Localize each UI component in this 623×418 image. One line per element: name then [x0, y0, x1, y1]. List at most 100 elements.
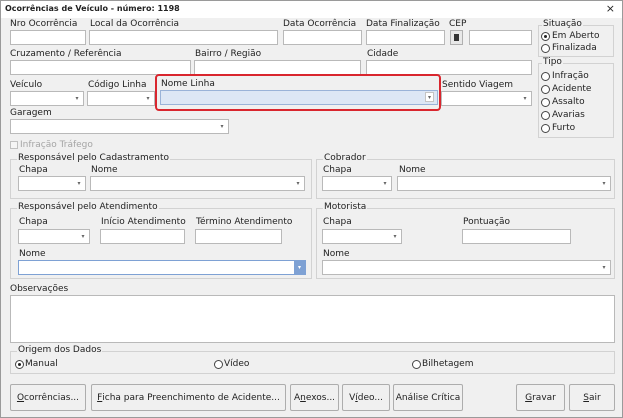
chevron-down-icon: ▾ [75, 95, 79, 102]
chevron-down-icon: ▾ [294, 261, 305, 274]
codigo-linha-combo[interactable]: ▾ [87, 91, 155, 106]
tipo-avarias-radio[interactable] [541, 111, 550, 120]
bairro-input[interactable] [194, 60, 361, 75]
tipo-furto-label: Furto [552, 123, 576, 133]
ficha-acidente-button[interactable]: Ficha para Preenchimento de Acidente... [91, 384, 286, 411]
chevron-down-icon: ▾ [383, 180, 387, 187]
nome-linha-combo[interactable]: ▾ [160, 90, 438, 105]
origem-bilhetagem-label: Bilhetagem [422, 359, 474, 369]
data-finalizacao-label: Data Finalização [366, 19, 440, 29]
cruzamento-input[interactable] [10, 60, 191, 75]
cobrador-nome-combo[interactable]: ▾ [397, 176, 611, 191]
cep-input[interactable] [469, 30, 532, 45]
inicio-atendimento-input[interactable] [100, 229, 185, 244]
origem-title: Origem dos Dados [17, 345, 103, 356]
infracao-trafego-label: Infração Tráfego [20, 140, 93, 150]
pontuacao-input[interactable] [462, 229, 571, 244]
atendimento-chapa-combo[interactable]: ▾ [18, 229, 90, 244]
motorista-nome-label: Nome [323, 249, 350, 259]
motorista-chapa-label: Chapa [323, 217, 352, 227]
tipo-acidente-label: Acidente [552, 84, 592, 94]
origem-video-radio[interactable] [214, 360, 223, 369]
nome-linha-label: Nome Linha [161, 79, 215, 89]
tipo-title: Tipo [542, 57, 563, 68]
garagem-combo[interactable]: ▾ [10, 119, 229, 134]
nro-ocorrencia-label: Nro Ocorrência [10, 19, 78, 29]
chevron-down-icon: ▾ [602, 264, 606, 271]
cobrador-chapa-label: Chapa [323, 165, 352, 175]
gravar-button[interactable]: Gravar [516, 384, 565, 411]
data-ocorrencia-label: Data Ocorrência [283, 19, 357, 29]
tipo-infracao-radio[interactable] [541, 72, 550, 81]
situacao-em-aberto-radio[interactable] [541, 32, 550, 41]
cadastramento-chapa-combo[interactable]: ▾ [18, 176, 86, 191]
atendimento-chapa-label: Chapa [19, 217, 48, 227]
cobrador-chapa-combo[interactable]: ▾ [322, 176, 392, 191]
tipo-assalto-radio[interactable] [541, 98, 550, 107]
video-button[interactable]: Ví deo... [342, 384, 390, 411]
nro-ocorrencia-input[interactable] [10, 30, 86, 45]
tipo-avarias-label: Avarias [552, 110, 585, 120]
chevron-down-icon: ▾ [77, 180, 81, 187]
cobrador-title: Cobrador [323, 153, 367, 164]
atendimento-title: Responsável pelo Atendimento [17, 202, 159, 213]
tipo-infracao-label: Infração [552, 71, 589, 81]
window-title: Ocorrências de Veículo - número: 1198 [5, 4, 180, 13]
title-bar: Ocorrências de Veículo - número: 1198 × [1, 1, 622, 18]
situacao-finalizada-label: Finalizada [552, 43, 597, 53]
cadastramento-title: Responsável pelo Cadastramento [17, 153, 171, 164]
situacao-finalizada-radio[interactable] [541, 44, 550, 53]
inicio-atendimento-label: Início Atendimento [101, 217, 186, 227]
tipo-acidente-radio[interactable] [541, 85, 550, 94]
cep-label: CEP [449, 19, 467, 29]
cep-lookup-icon[interactable] [450, 30, 463, 45]
origem-bilhetagem-radio[interactable] [412, 360, 421, 369]
motorista-title: Motorista [323, 202, 368, 213]
veiculo-combo[interactable]: ▾ [10, 91, 84, 106]
sentido-viagem-label: Sentido Viagem [442, 80, 514, 90]
cobrador-nome-label: Nome [399, 165, 426, 175]
occurrence-window: Ocorrências de Veículo - número: 1198 × … [0, 0, 623, 418]
anexos-button[interactable]: An exos... [290, 384, 339, 411]
chevron-down-icon: ▾ [81, 233, 85, 240]
chevron-down-icon: ▾ [393, 233, 397, 240]
sair-button[interactable]: Sair [569, 384, 615, 411]
atendimento-nome-label: Nome [19, 249, 46, 259]
cadastramento-nome-label: Nome [91, 165, 118, 175]
garagem-label: Garagem [10, 108, 52, 118]
termino-atendimento-input[interactable] [195, 229, 282, 244]
chevron-down-icon: ▾ [425, 92, 434, 102]
analise-critica-button[interactable]: Análise Crítica [393, 384, 463, 411]
infracao-trafego-checkbox[interactable] [10, 141, 18, 149]
origem-video-label: Vídeo [224, 359, 250, 369]
cruzamento-label: Cruzamento / Referência [10, 49, 122, 59]
atendimento-nome-combo[interactable]: ▾ [18, 260, 306, 275]
local-ocorrencia-input[interactable] [89, 30, 278, 45]
sentido-viagem-combo[interactable]: ▾ [441, 91, 532, 106]
pontuacao-label: Pontuação [463, 217, 511, 227]
chevron-down-icon: ▾ [602, 180, 606, 187]
chevron-down-icon: ▾ [146, 95, 150, 102]
tipo-assalto-label: Assalto [552, 97, 585, 107]
data-ocorrencia-input[interactable] [283, 30, 362, 45]
chevron-down-icon: ▾ [523, 95, 527, 102]
origem-manual-radio[interactable] [15, 360, 24, 369]
observacoes-label: Observações [10, 284, 69, 294]
cidade-label: Cidade [367, 49, 399, 59]
ocorrencias-button[interactable]: Ocorrências... [10, 384, 86, 411]
motorista-chapa-combo[interactable]: ▾ [322, 229, 402, 244]
termino-atendimento-label: Término Atendimento [196, 217, 293, 227]
motorista-nome-combo[interactable]: ▾ [322, 260, 611, 275]
close-icon[interactable]: × [606, 2, 615, 15]
situacao-em-aberto-label: Em Aberto [552, 31, 600, 41]
cidade-input[interactable] [366, 60, 532, 75]
cadastramento-nome-combo[interactable]: ▾ [90, 176, 305, 191]
chevron-down-icon: ▾ [220, 123, 224, 130]
situacao-title: Situação [542, 19, 583, 30]
codigo-linha-label: Código Linha [88, 80, 147, 90]
observacoes-textarea[interactable] [10, 295, 615, 343]
veiculo-label: Veículo [10, 80, 43, 90]
data-finalizacao-input[interactable] [366, 30, 445, 45]
tipo-furto-radio[interactable] [541, 124, 550, 133]
chevron-down-icon: ▾ [296, 180, 300, 187]
